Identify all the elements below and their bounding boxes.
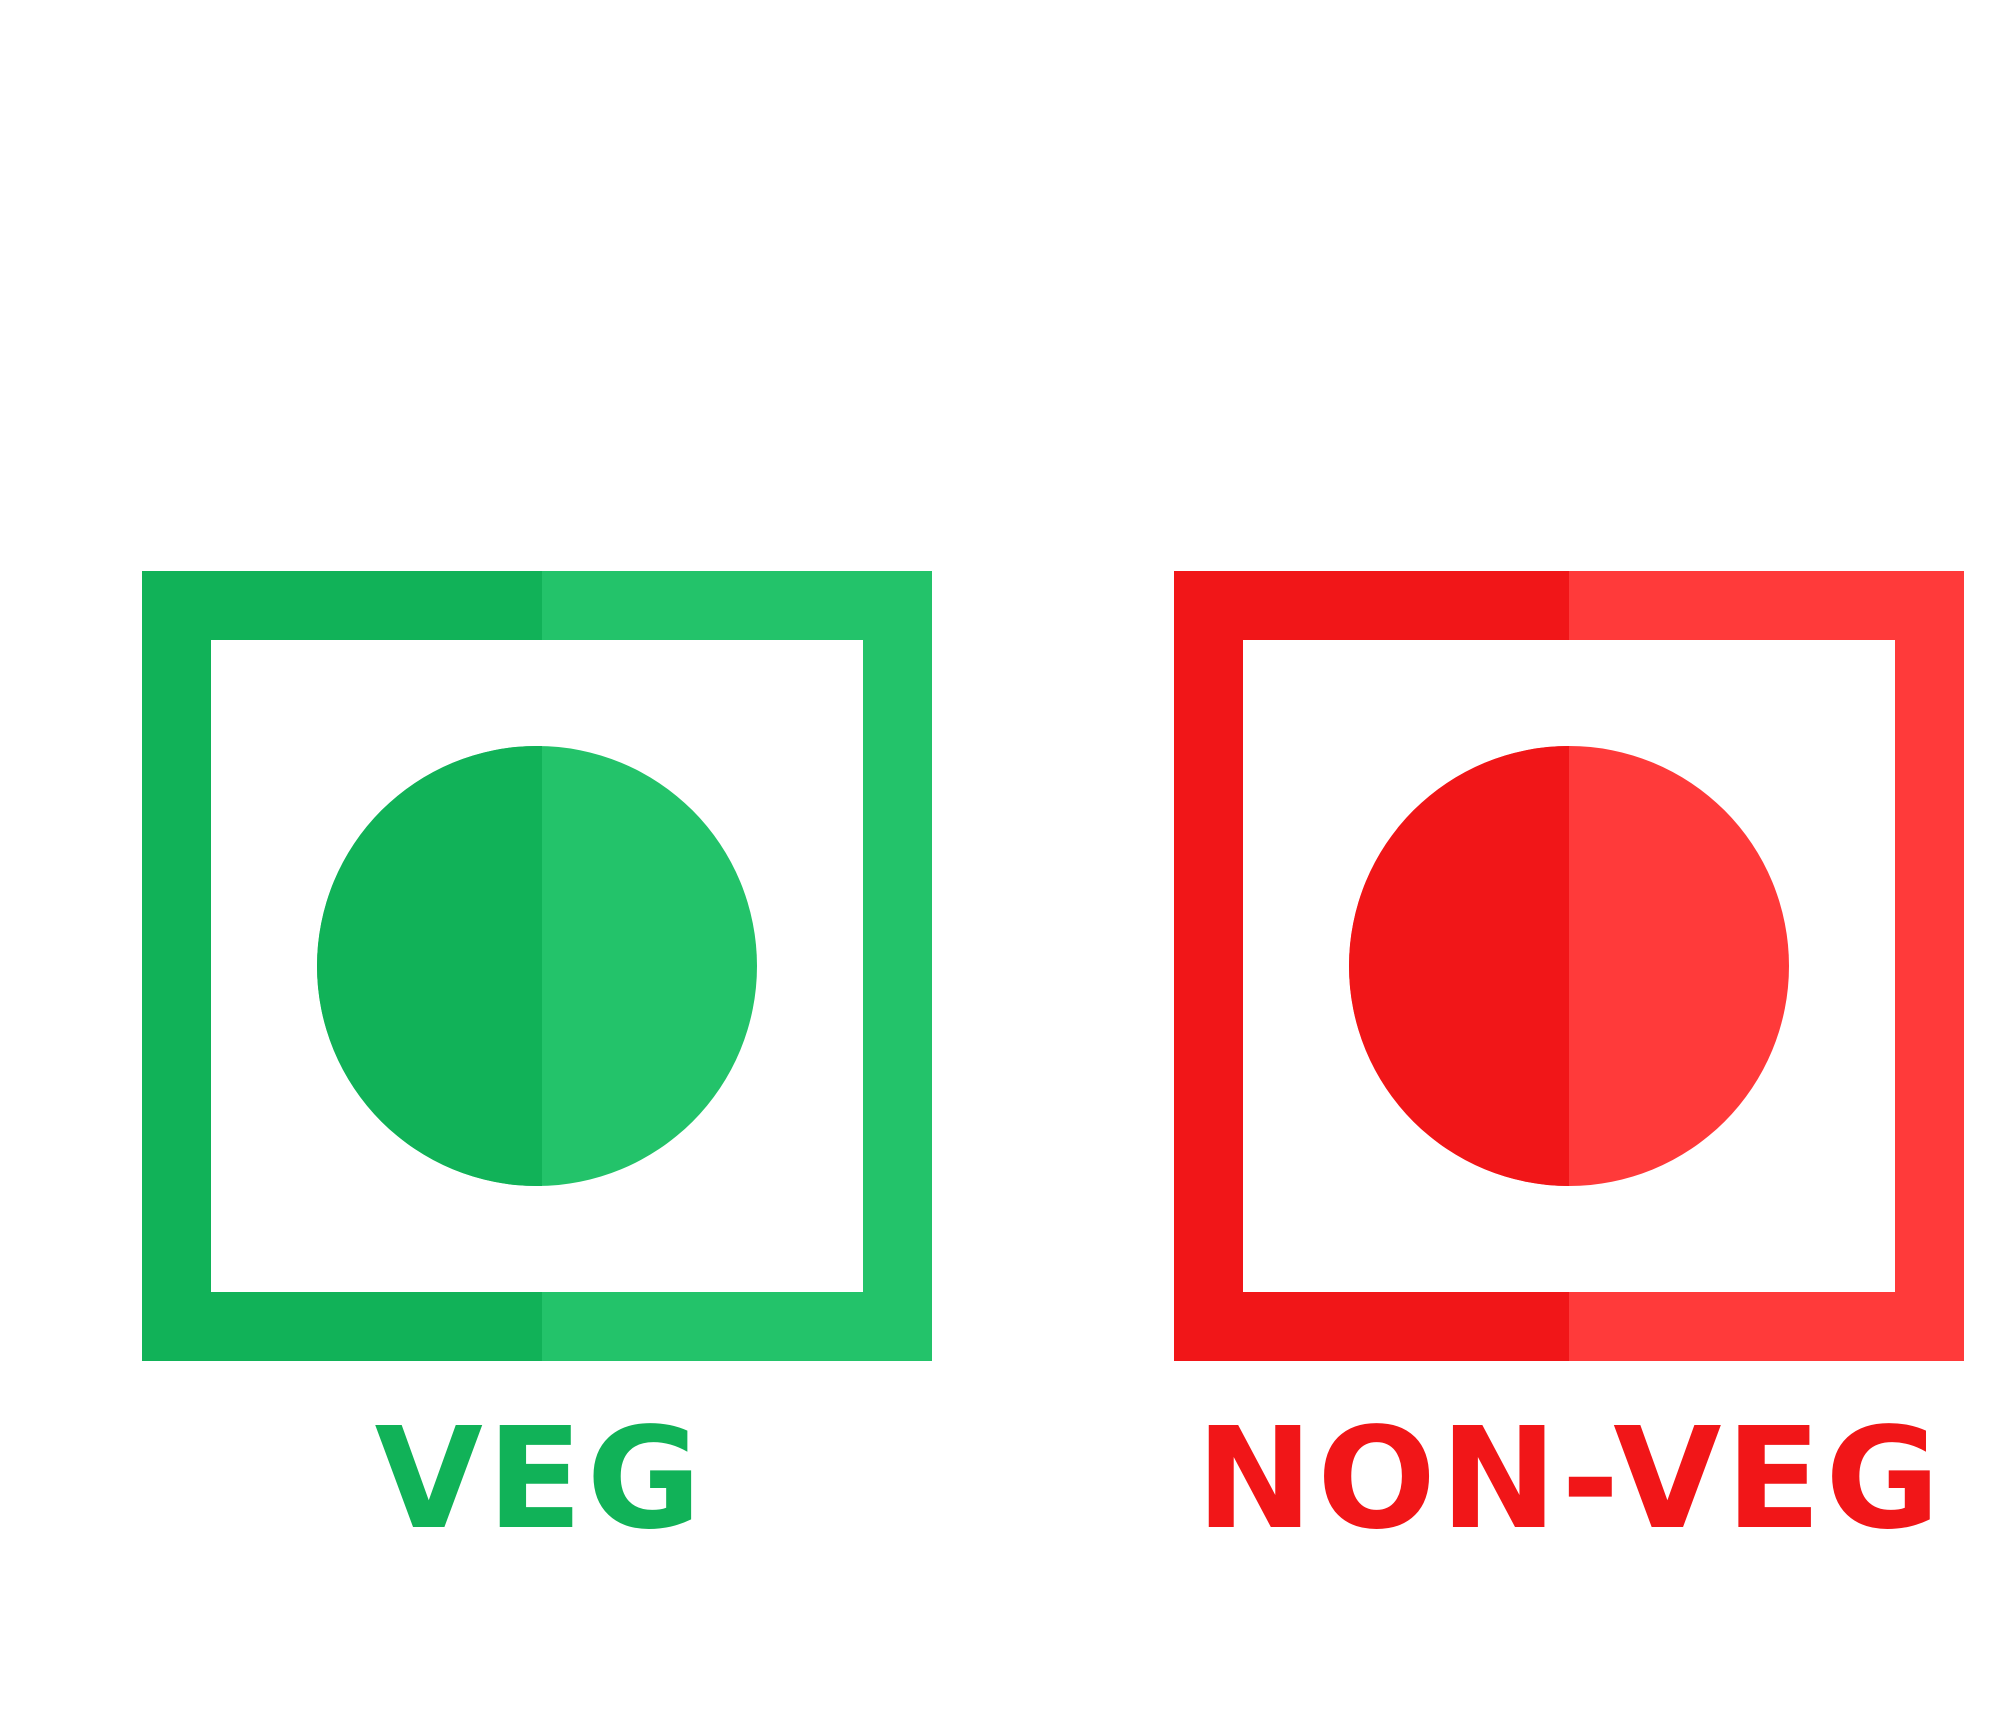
non-veg-label: NON-VEG [1195, 1398, 1945, 1561]
veg-dot [317, 746, 757, 1186]
veg-label: VEG [374, 1398, 706, 1561]
page: { "veg": { "label": "VEG", "color_dark":… [0, 0, 2012, 1719]
non-veg-symbol-icon [1174, 571, 1964, 1361]
veg-symbol-icon [142, 571, 932, 1361]
non-veg-dot [1349, 746, 1789, 1186]
